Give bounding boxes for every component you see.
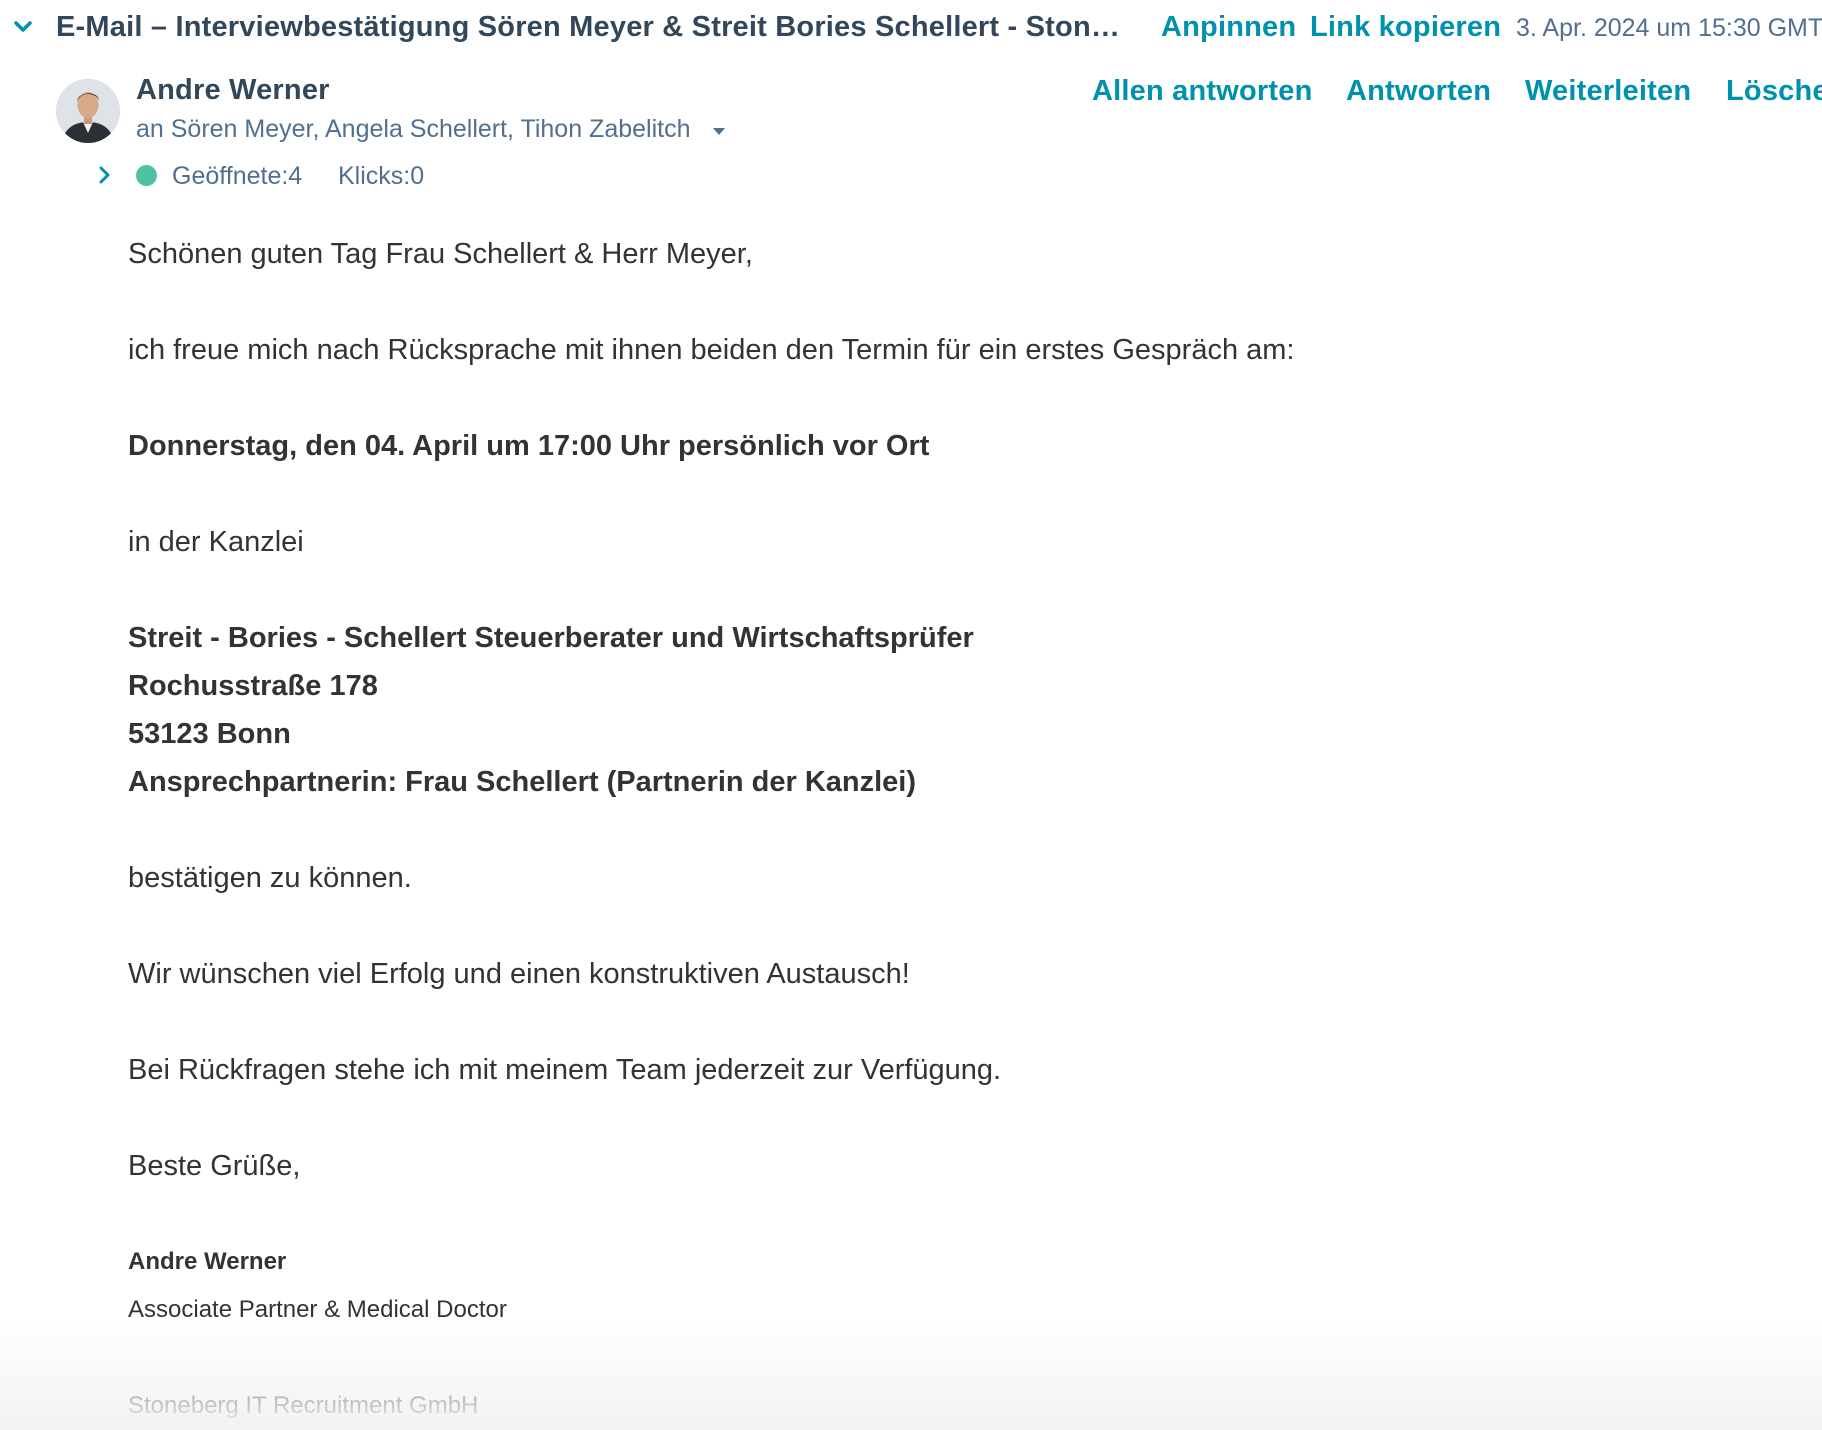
signature-name: Andre Werner (128, 1248, 287, 1275)
chevron-down-icon[interactable] (8, 12, 38, 42)
appointment-text: Donnerstag, den 04. April um 17:00 Uhr p… (128, 430, 930, 462)
opens-count: Geöffnete:4 (172, 162, 303, 190)
address-line: Ansprechpartnerin: Frau Schellert (Partn… (128, 766, 917, 798)
confirm-text: bestätigen zu können. (128, 862, 412, 894)
signature-title: Associate Partner & Medical Doctor (128, 1296, 507, 1323)
email-header: E-Mail – Interviewbestätigung Sören Meye… (0, 0, 1822, 56)
recipients-list[interactable]: an Sören Meyer, Angela Schellert, Tihon … (136, 111, 691, 147)
email-body: Schönen guten Tag Frau Schellert & Herr … (128, 230, 1628, 1430)
reply-button[interactable]: Antworten (1346, 71, 1491, 111)
avatar[interactable] (56, 79, 120, 143)
location-intro: in der Kanzlei (128, 526, 304, 558)
address-line: Streit - Bories - Schellert Steuerberate… (128, 622, 974, 654)
email-view: E-Mail – Interviewbestätigung Sören Meye… (0, 0, 1822, 1430)
avatar-photo (56, 79, 120, 143)
delete-button[interactable]: Löschen (1726, 71, 1822, 111)
questions-text: Bei Rückfragen stehe ich mit meinem Team… (128, 1054, 1002, 1086)
intro-text: ich freue mich nach Rücksprache mit ihne… (128, 334, 1295, 366)
address-line: Rochusstraße 178 (128, 670, 378, 702)
reply-all-button[interactable]: Allen antworten (1092, 71, 1313, 111)
copy-link-button[interactable]: Link kopieren (1310, 7, 1501, 47)
status-dot (136, 165, 157, 186)
greeting: Schönen guten Tag Frau Schellert & Herr … (128, 238, 753, 270)
chevron-right-icon[interactable] (94, 162, 116, 188)
forward-button[interactable]: Weiterleiten (1525, 71, 1691, 111)
pin-button[interactable]: Anpinnen (1161, 7, 1296, 47)
email-subject[interactable]: E-Mail – Interviewbestätigung Sören Meye… (56, 7, 1136, 47)
closing-text: Beste Grüße, (128, 1150, 301, 1182)
email-timestamp: 3. Apr. 2024 um 15:30 GMT+2 (1516, 14, 1822, 42)
sender-name[interactable]: Andre Werner (136, 70, 330, 110)
address-line: 53123 Bonn (128, 718, 291, 750)
signature-company: Stoneberg IT Recruitment GmbH (128, 1392, 479, 1419)
wish-text: Wir wünschen viel Erfolg und einen konst… (128, 958, 910, 990)
clicks-count: Klicks:0 (338, 162, 425, 190)
caret-down-icon[interactable] (710, 124, 728, 138)
